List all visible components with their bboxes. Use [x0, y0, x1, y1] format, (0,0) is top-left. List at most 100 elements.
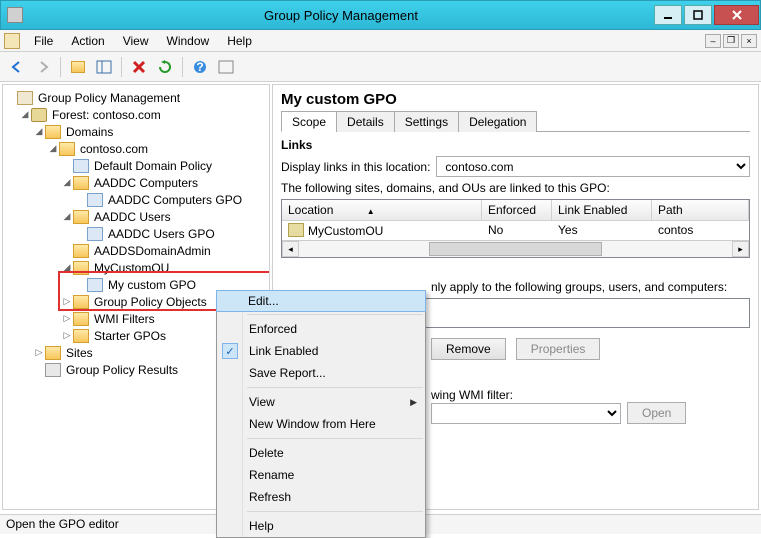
menu-delete[interactable]: Delete — [217, 442, 425, 464]
scroll-left-icon[interactable]: ◂ — [282, 241, 299, 257]
show-hide-tree-button[interactable] — [93, 56, 115, 78]
menu-help[interactable]: Help — [219, 32, 260, 50]
tree-aaddc-users[interactable]: AADDC Users — [92, 210, 173, 224]
menu-enforced[interactable]: Enforced — [217, 318, 425, 340]
col-enforced[interactable]: Enforced — [482, 200, 552, 220]
ou-icon — [73, 244, 89, 258]
refresh-button[interactable] — [154, 56, 176, 78]
close-button[interactable] — [714, 5, 759, 25]
ou-icon — [73, 176, 89, 190]
gpo-link-icon — [87, 227, 103, 241]
menu-edit[interactable]: Edit... — [216, 290, 426, 312]
menu-view-sub[interactable]: View▶ — [217, 391, 425, 413]
horizontal-scrollbar[interactable]: ◂ ▸ — [282, 240, 749, 257]
folder-icon — [45, 125, 61, 139]
mdi-close-button[interactable]: × — [741, 34, 757, 48]
folder-icon — [45, 346, 61, 360]
options-button[interactable] — [215, 56, 237, 78]
expand-icon[interactable]: ◢ — [61, 177, 73, 188]
scroll-thumb[interactable] — [429, 242, 602, 256]
nav-forward-button[interactable] — [32, 56, 54, 78]
minimize-button[interactable] — [654, 5, 682, 25]
expand-icon[interactable]: ◢ — [61, 262, 73, 273]
tree-domains[interactable]: Domains — [64, 125, 115, 139]
menu-refresh[interactable]: Refresh — [217, 486, 425, 508]
tree-gpo-container[interactable]: Group Policy Objects — [92, 295, 209, 309]
open-button[interactable]: Open — [627, 402, 686, 424]
tree-results[interactable]: Group Policy Results — [64, 363, 180, 377]
tree-wmi[interactable]: WMI Filters — [92, 312, 157, 326]
ou-icon — [73, 261, 89, 275]
tab-delegation[interactable]: Delegation — [458, 111, 537, 132]
window-title: Group Policy Management — [29, 8, 653, 23]
col-location[interactable]: Location ▲ — [282, 200, 482, 220]
expand-icon[interactable]: ▷ — [61, 313, 73, 324]
forest-icon — [31, 108, 47, 122]
links-listview[interactable]: Location ▲ Enforced Link Enabled Path My… — [281, 199, 750, 258]
scroll-right-icon[interactable]: ▸ — [732, 241, 749, 257]
menu-action[interactable]: Action — [63, 32, 112, 50]
menu-window[interactable]: Window — [159, 32, 218, 50]
tree-starter[interactable]: Starter GPOs — [92, 329, 168, 343]
tree-aaddc-computers-gpo[interactable]: AADDC Computers GPO — [106, 193, 244, 207]
expand-icon[interactable]: ◢ — [61, 211, 73, 222]
menu-bar: File Action View Window Help – ❐ × — [0, 30, 761, 52]
folder-icon — [73, 329, 89, 343]
submenu-arrow-icon: ▶ — [410, 397, 417, 408]
app-icon — [7, 7, 23, 23]
gpo-link-icon — [87, 193, 103, 207]
results-icon — [45, 363, 61, 377]
delete-button[interactable] — [128, 56, 150, 78]
tree-aaddc-users-gpo[interactable]: AADDC Users GPO — [106, 227, 217, 241]
tree-aaddc-computers[interactable]: AADDC Computers — [92, 176, 200, 190]
help-button[interactable]: ? — [189, 56, 211, 78]
menu-link-enabled[interactable]: ✓Link Enabled — [217, 340, 425, 362]
tab-scope[interactable]: Scope — [281, 111, 337, 132]
expand-icon[interactable]: ◢ — [33, 126, 45, 137]
maximize-button[interactable] — [684, 5, 712, 25]
location-select[interactable]: contoso.com — [436, 156, 750, 177]
expand-icon[interactable]: ▷ — [61, 330, 73, 341]
tab-settings[interactable]: Settings — [394, 111, 459, 132]
gpo-link-icon — [73, 159, 89, 173]
wmi-filter-select[interactable] — [431, 403, 621, 424]
menu-new-window[interactable]: New Window from Here — [217, 413, 425, 435]
menu-view[interactable]: View — [115, 32, 157, 50]
tree-forest[interactable]: Forest: contoso.com — [50, 108, 163, 122]
expand-icon[interactable]: ▷ — [61, 296, 73, 307]
expand-icon[interactable]: ◢ — [47, 143, 59, 154]
col-path[interactable]: Path — [652, 200, 749, 220]
tab-details[interactable]: Details — [336, 111, 395, 132]
links-header: Links — [281, 138, 750, 152]
svg-text:?: ? — [196, 60, 203, 74]
gpo-link-icon — [87, 278, 103, 292]
tree-aadds-admin[interactable]: AADDSDomainAdmin — [92, 244, 213, 258]
context-menu: Edit... Enforced ✓Link Enabled Save Repo… — [216, 290, 426, 538]
sort-asc-icon: ▲ — [367, 207, 375, 216]
nav-back-button[interactable] — [6, 56, 28, 78]
tree-default-policy[interactable]: Default Domain Policy — [92, 159, 214, 173]
tree-sites[interactable]: Sites — [64, 346, 95, 360]
col-link-enabled[interactable]: Link Enabled — [552, 200, 652, 220]
tree-my-ou[interactable]: MyCustomOU — [92, 261, 171, 275]
folder-icon — [73, 312, 89, 326]
linked-text: The following sites, domains, and OUs ar… — [281, 181, 750, 195]
mdi-min-button[interactable]: – — [705, 34, 721, 48]
up-button[interactable] — [67, 56, 89, 78]
mdi-restore-button[interactable]: ❐ — [723, 34, 739, 48]
folder-icon — [73, 295, 89, 309]
expand-icon[interactable]: ▷ — [33, 347, 45, 358]
ou-icon — [73, 210, 89, 224]
expand-icon[interactable]: ◢ — [19, 109, 31, 120]
list-row[interactable]: MyCustomOU No Yes contos — [282, 221, 749, 240]
check-icon: ✓ — [222, 343, 238, 359]
properties-button[interactable]: Properties — [516, 338, 601, 360]
menu-rename[interactable]: Rename — [217, 464, 425, 486]
menu-file[interactable]: File — [26, 32, 61, 50]
gpo-title: My custom GPO — [281, 91, 750, 108]
tree-root[interactable]: Group Policy Management — [36, 91, 182, 105]
tree-my-gpo[interactable]: My custom GPO — [106, 278, 198, 292]
menu-save-report[interactable]: Save Report... — [217, 362, 425, 384]
tree-domain[interactable]: contoso.com — [78, 142, 150, 156]
remove-button[interactable]: Remove — [431, 338, 506, 360]
